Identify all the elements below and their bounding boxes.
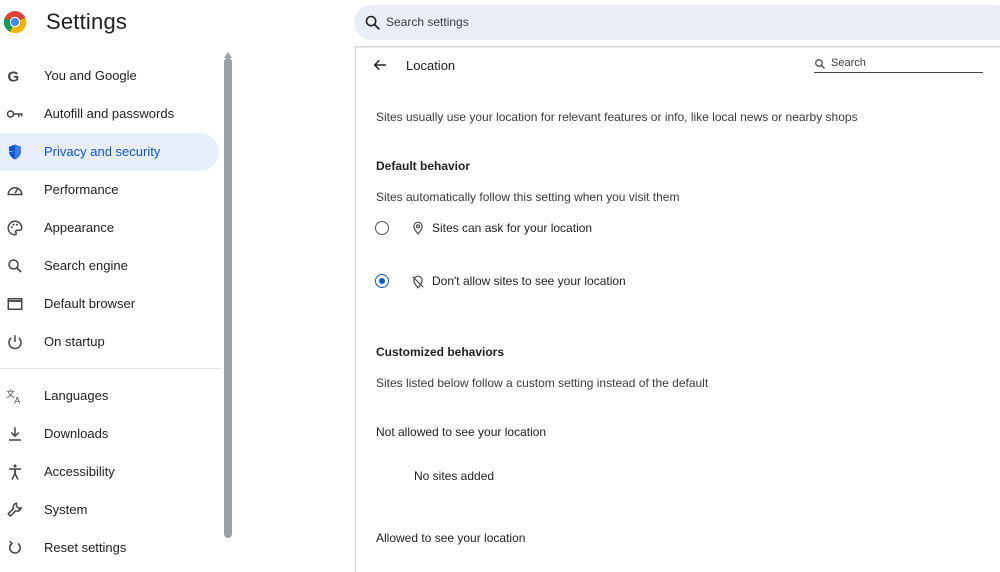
browser-window-icon [7, 298, 23, 310]
sidebar-item-performance[interactable]: Performance [0, 171, 219, 209]
sidebar-item-label: You and Google [44, 68, 137, 83]
shield-icon [9, 144, 21, 160]
accessibility-icon [9, 464, 21, 480]
sidebar-item-label: Search engine [44, 258, 128, 273]
default-behavior-heading: Default behavior [376, 159, 471, 173]
sidebar-item-reset-settings[interactable]: Reset settings [0, 529, 219, 567]
chrome-logo-icon [3, 11, 27, 34]
location-description: Sites usually use your location for rele… [376, 110, 858, 124]
radio-dont-allow[interactable] [375, 274, 389, 288]
sidebar-item-label: Reset settings [44, 540, 127, 555]
sidebar-item-label: Default browser [44, 296, 136, 311]
sidebar-item-downloads[interactable]: Downloads [0, 415, 219, 453]
page-title: Settings [46, 9, 128, 34]
reset-icon [9, 540, 21, 554]
sidebar-item-label: Downloads [44, 426, 109, 441]
sidebar-item-on-startup[interactable]: On startup [0, 323, 219, 361]
sidebar-item-label: Languages [44, 388, 109, 403]
sidebar-item-search-engine[interactable]: Search engine [0, 247, 219, 285]
sidebar-item-privacy-security[interactable]: Privacy and security [0, 133, 219, 171]
not-allowed-heading: Not allowed to see your location [376, 425, 547, 439]
sidebar-item-you-and-google[interactable]: G You and Google [0, 57, 219, 95]
key-icon [6, 110, 23, 118]
svg-text:A: A [14, 396, 20, 406]
customized-behaviors-heading: Customized behaviors [376, 345, 505, 359]
sidebar-item-default-browser[interactable]: Default browser [0, 285, 219, 323]
sidebar-item-label: Autofill and passwords [44, 106, 175, 121]
allowed-heading: Allowed to see your location [376, 531, 526, 545]
sidebar-item-appearance[interactable]: Appearance [0, 209, 219, 247]
google-g-icon: G [8, 68, 20, 85]
translate-icon: 文 A [6, 388, 20, 406]
customized-behaviors-subtext: Sites listed below follow a custom setti… [376, 376, 709, 390]
speedometer-icon [7, 187, 23, 196]
location-settings-panel: Location Search Sites usually use your l… [355, 48, 1000, 572]
option-label-dont-allow: Don't allow sites to see your location [432, 274, 626, 288]
power-icon [8, 335, 22, 350]
sidebar-item-autofill[interactable]: Autofill and passwords [0, 95, 219, 133]
search-icon [815, 59, 825, 69]
location-pin-icon [413, 221, 423, 235]
search-icon [365, 15, 380, 30]
sidebar-item-languages[interactable]: 文 A Languages [0, 377, 219, 415]
search-settings-input[interactable]: Search settings [354, 5, 1000, 40]
svg-text:G: G [8, 68, 20, 85]
sidebar-item-label: Appearance [44, 220, 115, 235]
location-off-icon [412, 275, 424, 289]
sidebar-scrollbar[interactable] [224, 58, 232, 538]
download-icon [9, 427, 21, 441]
not-allowed-empty-text: No sites added [414, 469, 495, 483]
search-icon [8, 259, 22, 273]
sidebar-item-label: Performance [44, 182, 119, 197]
top-header: Settings Search settings [0, 0, 1000, 49]
sidebar-item-label: Privacy and security [44, 144, 161, 159]
sidebar-item-system[interactable]: System [0, 491, 219, 529]
search-placeholder: Search settings [386, 15, 469, 29]
sidebar-divider [0, 368, 222, 369]
option-label-sites-can-ask: Sites can ask for your location [432, 221, 593, 235]
back-arrow-icon[interactable] [372, 57, 388, 73]
location-search-input[interactable]: Search [814, 56, 983, 73]
search-placeholder: Search [831, 57, 866, 69]
sidebar-item-label: System [44, 502, 88, 517]
panel-title: Location [406, 58, 456, 73]
radio-sites-can-ask[interactable] [375, 221, 389, 235]
palette-icon [7, 220, 23, 236]
wrench-icon [7, 502, 22, 518]
sidebar: G You and Google Autofill and passwords … [0, 48, 222, 572]
sidebar-item-accessibility[interactable]: Accessibility [0, 453, 219, 491]
sidebar-item-label: On startup [44, 334, 105, 349]
sidebar-item-label: Accessibility [44, 464, 115, 479]
default-behavior-subtext: Sites automatically follow this setting … [376, 190, 680, 204]
